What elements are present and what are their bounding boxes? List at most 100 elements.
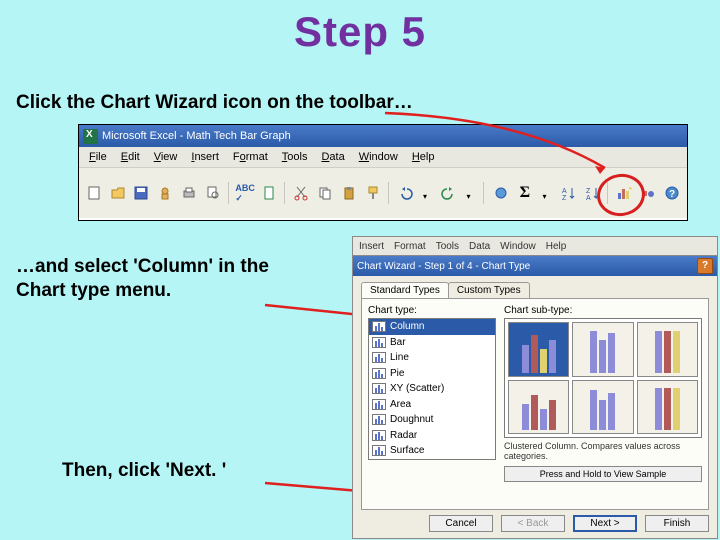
chart-type-pie[interactable]: Pie (369, 366, 495, 382)
open-icon[interactable] (107, 181, 129, 205)
dialog-button-row: Cancel < Back Next > Finish (361, 515, 709, 532)
chart-type-icon (372, 352, 386, 363)
menu-view[interactable]: View (148, 149, 184, 165)
excel-toolbar: ABC✓ ▾ ▾ Σ ▾ AZ ZA ? (79, 168, 687, 218)
new-icon[interactable] (83, 181, 105, 205)
chart-type-line[interactable]: Line (369, 350, 495, 366)
dialog-help-icon[interactable]: ? (697, 258, 713, 274)
save-icon[interactable] (131, 181, 153, 205)
chart-type-list[interactable]: Column BarLine Pie XY (Scatter) Area Doughnut… (368, 318, 496, 460)
autosum-icon[interactable]: Σ (514, 181, 536, 205)
hold-sample-button[interactable]: Press and Hold to View Sample (504, 466, 702, 482)
subtype-4[interactable] (508, 380, 569, 435)
bg-menu-insert[interactable]: Insert (359, 241, 384, 252)
preview-icon[interactable] (202, 181, 224, 205)
tab-standard-types[interactable]: Standard Types (361, 282, 449, 298)
spellcheck-icon[interactable]: ABC✓ (234, 181, 256, 205)
menu-window[interactable]: Window (353, 149, 404, 165)
menu-file[interactable]: File (83, 149, 113, 165)
bg-menu-data[interactable]: Data (469, 241, 490, 252)
chart-type-icon (372, 368, 386, 379)
excel-menubar: File Edit View Insert Format Tools Data … (79, 147, 687, 168)
bg-menu-tools[interactable]: Tools (436, 241, 459, 252)
chart-type-bar[interactable]: Bar (369, 335, 495, 351)
next-button[interactable]: Next > (573, 515, 637, 532)
chart-type-label: Radar (390, 430, 417, 441)
bg-menu-window[interactable]: Window (500, 241, 536, 252)
chart-type-label: Pie (390, 368, 404, 379)
subtype-2[interactable] (572, 322, 633, 377)
print-icon[interactable] (178, 181, 200, 205)
subtype-description: Clustered Column. Compares values across… (504, 442, 702, 462)
svg-text:A: A (586, 195, 591, 201)
permission-icon[interactable] (154, 181, 176, 205)
svg-text:Z: Z (586, 188, 591, 195)
cancel-button[interactable]: Cancel (429, 515, 493, 532)
chart-type-column[interactable]: Column (369, 319, 495, 335)
label-chart-type: Chart type: (368, 305, 496, 316)
toolbar-separator (284, 182, 287, 204)
chart-type-label: Surface (390, 445, 424, 456)
hyperlink-icon[interactable] (490, 181, 512, 205)
background-menubar: Insert Format Tools Data Window Help (352, 236, 718, 255)
subtype-6[interactable] (637, 380, 698, 435)
chart-type-label: Area (390, 399, 411, 410)
excel-window: Microsoft Excel - Math Tech Bar Graph Fi… (78, 124, 688, 221)
paste-icon[interactable] (338, 181, 360, 205)
menu-insert[interactable]: Insert (185, 149, 225, 165)
help-icon[interactable]: ? (661, 181, 683, 205)
label-chart-subtype: Chart sub-type: (504, 305, 702, 316)
redo-icon[interactable] (438, 181, 460, 205)
dialog-title: Chart Wizard - Step 1 of 4 - Chart Type (357, 261, 530, 272)
chart-wizard-dialog: Chart Wizard - Step 1 of 4 - Chart Type … (352, 255, 718, 539)
format-painter-icon[interactable] (362, 181, 384, 205)
redo-dropdown-icon[interactable]: ▾ (458, 184, 480, 208)
instruction-1: Click the Chart Wizard icon on the toolb… (16, 92, 413, 114)
dialog-titlebar: Chart Wizard - Step 1 of 4 - Chart Type … (353, 256, 717, 276)
bg-menu-help[interactable]: Help (546, 241, 567, 252)
cut-icon[interactable] (291, 181, 313, 205)
chart-type-icon (372, 445, 386, 456)
undo-dropdown-icon[interactable]: ▾ (414, 184, 436, 208)
research-icon[interactable] (258, 181, 280, 205)
chart-wizard-icon[interactable] (614, 181, 636, 205)
sort-asc-icon[interactable]: AZ (557, 181, 579, 205)
chart-type-bubble[interactable]: Bubble (369, 459, 495, 461)
subtype-3[interactable] (637, 322, 698, 377)
chart-type-doughnut[interactable]: Doughnut (369, 412, 495, 428)
finish-button[interactable]: Finish (645, 515, 709, 532)
chart-type-icon (372, 383, 386, 394)
dialog-tabs: Standard Types Custom Types (353, 276, 717, 298)
chart-type-area[interactable]: Area (369, 397, 495, 413)
sort-desc-icon[interactable]: ZA (581, 181, 603, 205)
excel-titlebar: Microsoft Excel - Math Tech Bar Graph (79, 125, 687, 147)
chart-type-label: Column (390, 321, 424, 332)
subtype-5[interactable] (572, 380, 633, 435)
autosum-dropdown-icon[interactable]: ▾ (534, 184, 556, 208)
back-button[interactable]: < Back (501, 515, 565, 532)
chart-type-radar[interactable]: Radar (369, 428, 495, 444)
copy-icon[interactable] (314, 181, 336, 205)
chart-type-label: Doughnut (390, 414, 433, 425)
menu-format[interactable]: Format (227, 149, 274, 165)
toolbar-separator (607, 182, 610, 204)
subtype-1[interactable] (508, 322, 569, 377)
chart-type-icon (372, 414, 386, 425)
menu-edit[interactable]: Edit (115, 149, 146, 165)
menu-help[interactable]: Help (406, 149, 441, 165)
menu-data[interactable]: Data (315, 149, 350, 165)
chart-type-xyscatter[interactable]: XY (Scatter) (369, 381, 495, 397)
menu-tools[interactable]: Tools (276, 149, 314, 165)
bg-menu-format[interactable]: Format (394, 241, 426, 252)
tab-custom-types[interactable]: Custom Types (448, 282, 530, 298)
dialog-body: Chart type: Column BarLine Pie XY (Scatter)… (361, 298, 709, 510)
chart-type-surface[interactable]: Surface (369, 443, 495, 459)
toolbar-separator (388, 182, 391, 204)
chart-type-label: XY (Scatter) (390, 383, 444, 394)
subtype-grid[interactable] (504, 318, 702, 438)
svg-text:A: A (562, 188, 567, 195)
excel-logo-icon (83, 129, 98, 144)
drawing-icon[interactable] (637, 181, 659, 205)
undo-icon[interactable] (394, 181, 416, 205)
svg-text:Z: Z (562, 195, 567, 201)
